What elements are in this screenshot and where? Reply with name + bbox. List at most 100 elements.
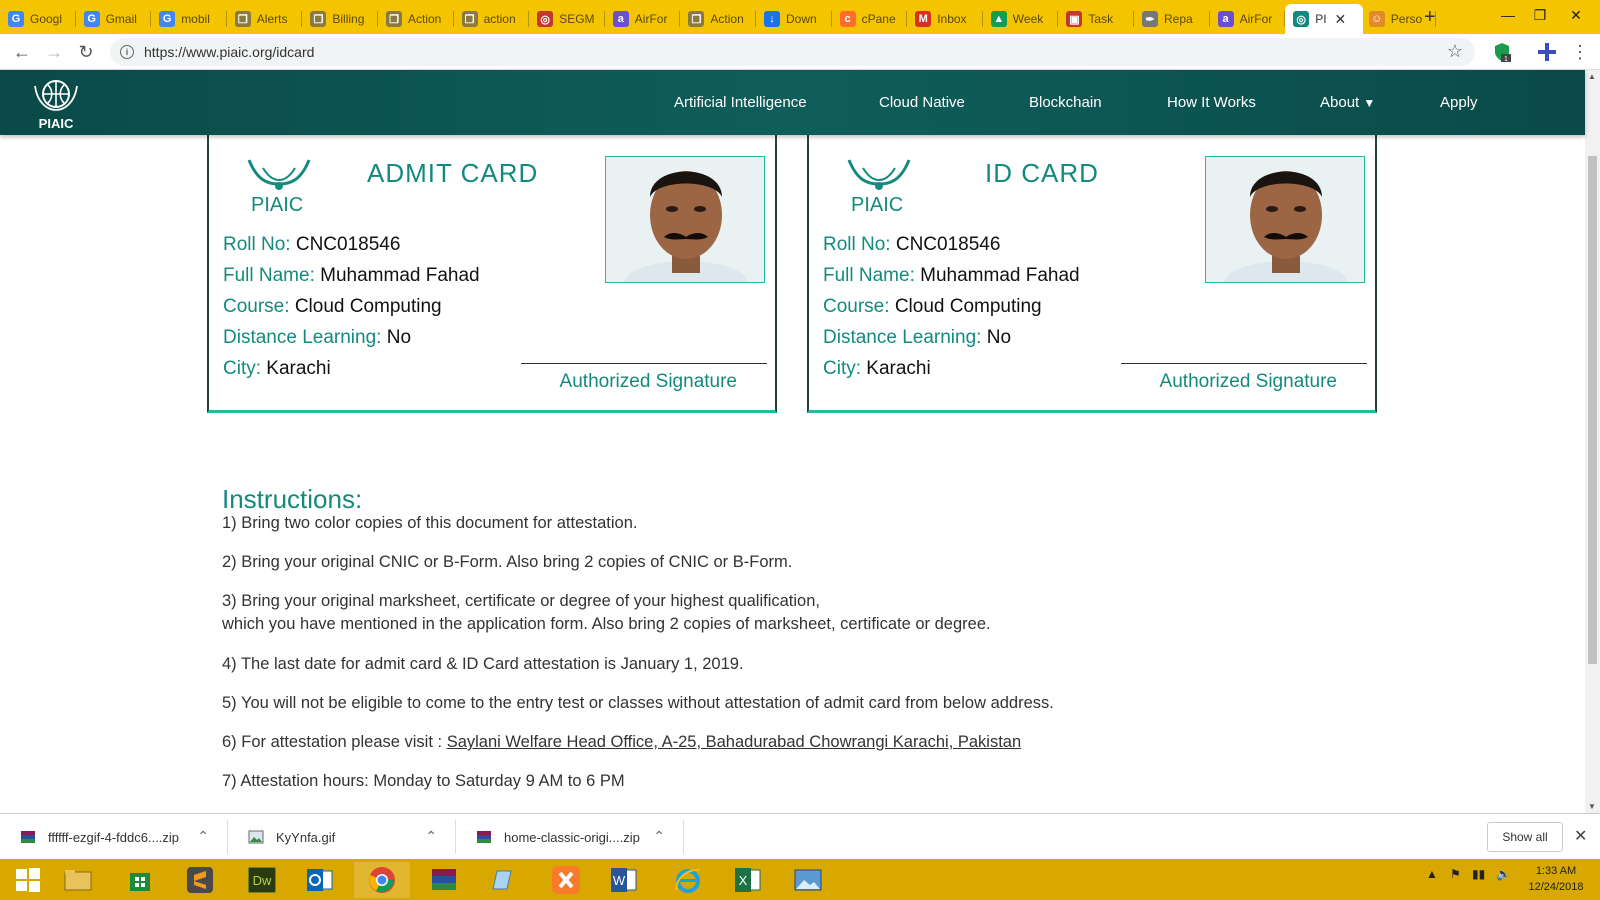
internet-explorer-icon[interactable]	[660, 862, 716, 898]
attestation-address-link[interactable]: Saylani Welfare Head Office, A-25, Bahad…	[447, 733, 1021, 751]
nav-artificial-intelligence[interactable]: Artificial Intelligence	[674, 94, 807, 111]
excel-icon[interactable]: X	[720, 862, 776, 898]
feather-icon: ✒	[1142, 11, 1158, 27]
nav-blockchain[interactable]: Blockchain	[1029, 94, 1102, 111]
browser-tab[interactable]: M Inbox	[907, 4, 983, 34]
logo-text: PIAIC	[38, 116, 74, 131]
winrar-icon[interactable]	[416, 862, 472, 898]
tray-chevron-up-icon[interactable]: ▲	[1426, 867, 1438, 881]
instruction-item: 6) For attestation please visit : Saylan…	[222, 733, 1021, 752]
shield-extension-icon[interactable]: 1	[1490, 40, 1514, 64]
instruction-item: 7) Attestation hours: Monday to Saturday…	[222, 772, 625, 790]
google-icon: G	[159, 11, 176, 27]
tab-label: Billing	[332, 12, 365, 26]
browser-tab[interactable]: ▣ Task	[1058, 4, 1134, 34]
instruction-item: 4) The last date for admit card & ID Car…	[222, 655, 744, 673]
instruction-item: 5) You will not be eligible to come to t…	[222, 694, 1054, 712]
chevron-up-icon[interactable]: ⌃	[653, 828, 665, 845]
close-download-shelf-icon[interactable]: ✕	[1574, 826, 1587, 846]
browser-tab[interactable]: a AirFor	[1210, 4, 1286, 34]
show-all-downloads-button[interactable]: Show all	[1487, 822, 1563, 852]
browser-tab[interactable]: ◎ SEGM	[529, 4, 605, 34]
photos-icon[interactable]	[780, 862, 836, 898]
browser-tab[interactable]: ❐ Action	[378, 4, 454, 34]
start-button-icon[interactable]	[0, 862, 56, 898]
chrome-icon[interactable]	[354, 862, 410, 898]
close-window-button[interactable]: ✕	[1556, 0, 1596, 30]
forward-button[interactable]: →	[42, 40, 66, 64]
instructions-heading: Instructions:	[222, 484, 363, 514]
browser-tab[interactable]: ▲ Week	[983, 4, 1059, 34]
download-item[interactable]: ffffff-ezgif-4-fddc6....zip ⌃	[0, 820, 228, 854]
signature-label: Authorized Signature	[559, 371, 737, 392]
nav-apply[interactable]: Apply	[1440, 94, 1478, 111]
word-icon[interactable]: W	[596, 862, 652, 898]
xampp-icon[interactable]	[538, 862, 594, 898]
download-filename: ffffff-ezgif-4-fddc6....zip	[48, 829, 180, 845]
sublime-text-icon[interactable]	[172, 862, 228, 898]
tab-label: Alerts	[256, 12, 288, 26]
system-clock[interactable]: 1:33 AM 12/24/2018	[1518, 863, 1594, 895]
tab-label: AirFor	[1239, 12, 1273, 26]
signature-line	[521, 363, 767, 364]
site-info-icon[interactable]: i	[120, 45, 134, 59]
cross-extension-icon[interactable]	[1535, 40, 1559, 64]
signal-icon[interactable]: ▮▮	[1472, 867, 1485, 881]
tab-label: Down	[786, 12, 817, 26]
browser-tab[interactable]: a AirFor	[605, 4, 681, 34]
file-explorer-icon[interactable]	[50, 862, 106, 898]
browser-tab[interactable]: Gmobil	[151, 4, 227, 34]
vertical-scrollbar[interactable]: ▲ ▼	[1585, 70, 1600, 813]
restore-button[interactable]: ❐	[1520, 0, 1560, 30]
browser-tab[interactable]: ↓ Down	[756, 4, 832, 34]
url-text: https://www.piaic.org/idcard	[144, 44, 315, 60]
close-tab-icon[interactable]: ✕	[1335, 11, 1347, 28]
field-value: No	[386, 327, 412, 348]
field-label: Full Name:	[823, 265, 915, 286]
tab-label: Action	[408, 12, 442, 26]
download-icon: ↓	[764, 11, 780, 27]
address-bar[interactable]: i https://www.piaic.org/idcard ☆	[110, 38, 1475, 66]
back-button[interactable]: ←	[10, 40, 34, 64]
chevron-up-icon[interactable]: ⌃	[425, 828, 437, 845]
dreamweaver-icon[interactable]: Dw	[234, 862, 290, 898]
chevron-up-icon[interactable]: ⌃	[197, 828, 209, 845]
field-label: Roll No:	[223, 234, 291, 255]
field-label: Roll No:	[823, 234, 891, 255]
notepad-icon[interactable]	[474, 862, 530, 898]
tab-label: Perso	[1390, 12, 1423, 26]
piaic-logo[interactable]: PIAIC	[28, 76, 84, 132]
nav-about[interactable]: About ▼	[1320, 94, 1375, 111]
outlook-icon[interactable]	[292, 862, 348, 898]
bookmark-star-icon[interactable]: ☆	[1447, 41, 1463, 62]
browser-tab[interactable]: ❐ Alerts	[227, 4, 303, 34]
airform-icon: a	[612, 11, 629, 27]
browser-tab[interactable]: ✒ Repa	[1134, 4, 1210, 34]
scroll-up-arrow-icon[interactable]: ▲	[1588, 72, 1596, 81]
new-tab-button[interactable]: +	[1424, 4, 1436, 30]
instruction-item: 3) Bring your original marksheet, certif…	[222, 592, 820, 610]
flag-icon[interactable]: ⚑	[1450, 867, 1461, 881]
download-item[interactable]: home-classic-origi....zip ⌃	[456, 820, 684, 854]
nav-cloud-native[interactable]: Cloud Native	[879, 94, 965, 111]
menu-kebab-icon[interactable]: ⋮	[1568, 40, 1592, 64]
browser-tab[interactable]: ❐ action	[454, 4, 530, 34]
scrollbar-thumb[interactable]	[1588, 156, 1597, 664]
browser-tab[interactable]: c cPane	[832, 4, 908, 34]
reload-button[interactable]: ↻	[74, 40, 98, 64]
nav-how-it-works[interactable]: How It Works	[1167, 94, 1256, 111]
browser-tab[interactable]: G Googl	[0, 4, 76, 34]
download-item[interactable]: KyYnfa.gif ⌃	[228, 820, 456, 854]
browser-tab[interactable]: ❐ Billing	[302, 4, 378, 34]
store-icon[interactable]	[112, 862, 168, 898]
airform-icon: a	[1217, 11, 1234, 27]
browser-tab[interactable]: ◎ PI ✕	[1285, 4, 1364, 34]
volume-icon[interactable]: 🔈	[1496, 867, 1511, 881]
browser-tab[interactable]: G Gmail	[76, 4, 152, 34]
card-title: ADMIT CARD	[367, 158, 539, 188]
scroll-down-arrow-icon[interactable]: ▼	[1588, 802, 1596, 811]
field-label: Full Name:	[223, 265, 315, 286]
nav-about-label: About	[1320, 94, 1360, 111]
browser-tab[interactable]: ❐ Action	[680, 4, 756, 34]
field-label: Distance Learning:	[823, 327, 982, 348]
